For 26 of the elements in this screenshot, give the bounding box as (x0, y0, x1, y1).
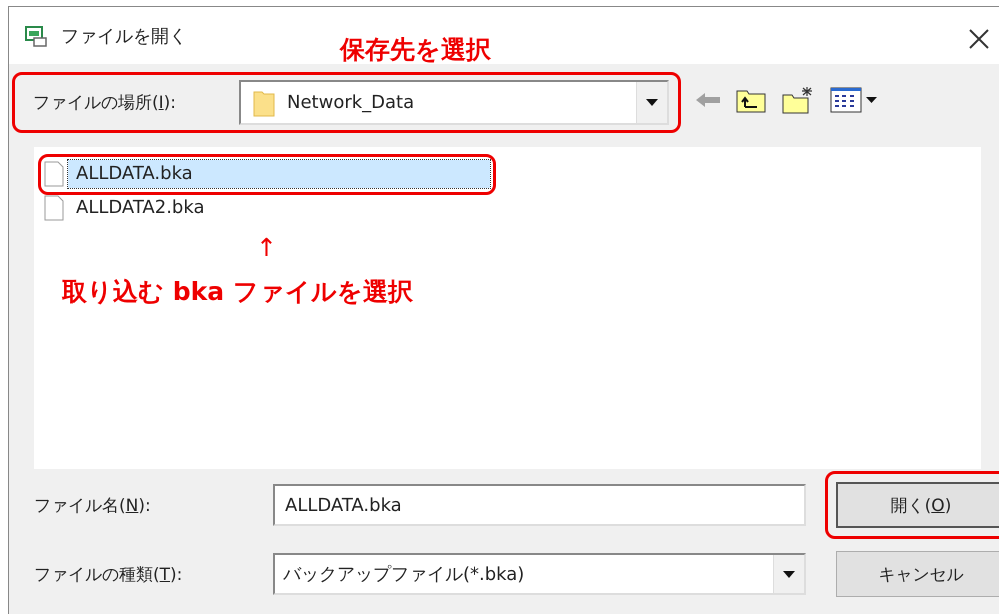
file-item[interactable]: ALLDATA.bka (68, 160, 490, 188)
file-name-field[interactable]: ALLDATA.bka (273, 484, 806, 526)
new-folder-icon (782, 86, 814, 114)
view-menu-icon[interactable] (830, 87, 878, 113)
annotation-text: 保存先を選択 (340, 34, 491, 66)
file-type-dropdown[interactable]: バックアップファイル(*.bka) (273, 553, 806, 595)
open-button[interactable]: 開く(O) (836, 482, 999, 528)
dropdown-arrow-icon (646, 99, 658, 106)
dropdown-arrow-icon (783, 570, 795, 578)
annotation-arrow: ↑ (256, 233, 277, 262)
file-name-label: ファイル名(N): (34, 494, 152, 516)
folder-icon (253, 88, 275, 116)
location-dropdown[interactable]: Network_Data (239, 80, 669, 125)
file-list[interactable]: ALLDATA.bka ALLDATA2.bka ↑ 取り込む bka ファイルを選択 (34, 147, 981, 469)
location-label: ファイルの場所(I): (32, 92, 178, 114)
file-type-label: ファイルの種類(T): (34, 564, 184, 586)
file-item[interactable]: ALLDATA2.bka (68, 194, 490, 222)
close-button[interactable] (967, 27, 991, 51)
app-icon (25, 24, 47, 46)
annotation-text: 取り込む bka ファイルを選択 (62, 276, 413, 308)
cancel-button[interactable]: キャンセル (836, 551, 999, 597)
file-icon (44, 161, 64, 187)
back-arrow-icon (696, 92, 720, 108)
file-icon (44, 195, 64, 221)
close-icon (967, 27, 991, 51)
window-title: ファイルを開く (61, 24, 187, 48)
